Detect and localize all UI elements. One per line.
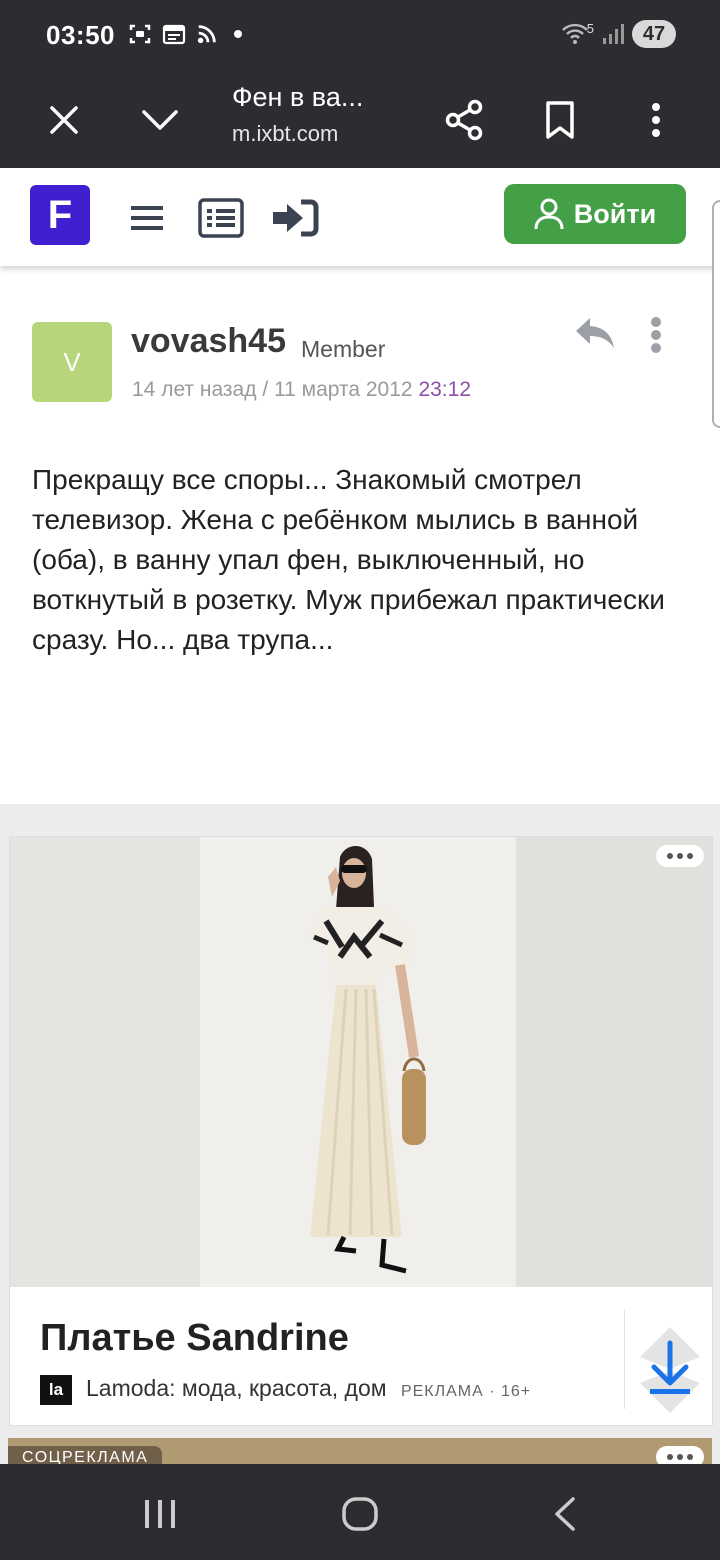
system-navigation-bar <box>0 1464 720 1560</box>
browser-toolbar: Фен в ва... m.ixbt.com <box>0 70 720 168</box>
close-icon <box>50 106 78 134</box>
dot <box>687 853 693 859</box>
bookmark-button[interactable] <box>532 92 588 148</box>
list-icon <box>198 198 244 238</box>
post-date: 11 марта 2012 <box>274 378 413 401</box>
recent-apps-button[interactable] <box>120 1484 200 1544</box>
bookmark-icon <box>546 101 574 139</box>
battery-indicator: 47 <box>632 20 676 48</box>
post-author[interactable]: vovash45 <box>131 322 286 361</box>
close-tab-button[interactable] <box>36 92 92 148</box>
dot <box>667 853 673 859</box>
ad-image[interactable] <box>10 837 712 1287</box>
hamburger-icon <box>131 206 163 230</box>
dot <box>667 1454 673 1460</box>
home-button[interactable] <box>320 1484 400 1544</box>
login-button[interactable]: Войти <box>504 184 686 244</box>
post-options-button[interactable] <box>650 316 662 359</box>
post-time: 23:12 <box>418 378 472 401</box>
ad-source: Lamoda: мода, красота, дом РЕКЛАМА · 16+ <box>86 1375 531 1402</box>
signal-icon <box>603 24 624 44</box>
ad-download-button[interactable] <box>636 1323 704 1422</box>
topics-button[interactable] <box>196 196 246 240</box>
back-button[interactable] <box>524 1484 604 1544</box>
dot <box>677 1454 683 1460</box>
user-icon <box>534 198 564 230</box>
back-icon <box>555 1497 575 1531</box>
home-icon <box>342 1497 378 1531</box>
site-logo[interactable]: F <box>30 185 90 245</box>
more-notifications-dot <box>234 30 242 38</box>
screenshot-icon <box>129 24 151 44</box>
post-meta: 14 лет назад / 11 марта 2012 23:12 <box>132 378 471 402</box>
status-bar: 03:50 5 47 <box>0 0 720 70</box>
ad-title[interactable]: Платье Sandrine <box>40 1317 349 1360</box>
ad-options-button[interactable] <box>656 845 704 867</box>
ad-image-illustration <box>10 837 712 1287</box>
reply-button[interactable] <box>574 316 616 357</box>
post-relative-time: 14 лет назад <box>132 378 257 401</box>
wifi-icon <box>561 23 588 44</box>
sign-in-icon <box>273 199 319 237</box>
recent-apps-icon <box>145 1500 175 1528</box>
more-vertical-icon <box>652 103 660 137</box>
download-icon <box>640 1327 700 1413</box>
chevron-down-icon <box>142 110 178 130</box>
site-header: F Войти <box>0 168 720 266</box>
author-role: Member <box>301 336 386 362</box>
browser-menu-button[interactable] <box>628 92 684 148</box>
share-button[interactable] <box>436 92 492 148</box>
menu-button[interactable] <box>122 196 172 240</box>
rss-icon <box>197 25 216 44</box>
more-vertical-icon <box>651 317 661 353</box>
ad-brand-logo: la <box>40 1375 72 1405</box>
forum-post: V vovash45 Member 14 лет назад / 11 март… <box>0 266 720 804</box>
side-drawer-handle[interactable] <box>712 200 720 428</box>
minimize-button[interactable] <box>132 92 188 148</box>
meta-separator: / <box>262 378 269 401</box>
advertisement-card[interactable]: Платье Sandrine la Lamoda: мода, красота… <box>9 836 713 1426</box>
calendar-icon <box>162 24 186 45</box>
post-body: Прекращу все споры... Знакомый смотрел т… <box>32 464 665 655</box>
dot <box>677 853 683 859</box>
status-system-icons: 5 47 <box>561 20 676 48</box>
share-icon <box>445 99 483 141</box>
ad-label: РЕКЛАМА · 16+ <box>400 1383 532 1400</box>
status-time: 03:50 <box>46 20 115 50</box>
network-type: 5 <box>586 20 594 36</box>
page-title: Фен в ва... <box>232 82 364 112</box>
login-label: Войти <box>573 198 657 229</box>
page-url: m.ixbt.com <box>232 121 339 146</box>
sign-in-button[interactable] <box>270 196 320 240</box>
avatar[interactable]: V <box>32 322 112 402</box>
reply-icon <box>576 318 614 348</box>
dot <box>687 1454 693 1460</box>
ad-divider <box>624 1309 625 1409</box>
status-notification-icons <box>128 22 242 46</box>
page-title-area[interactable]: Фен в ва... m.ixbt.com <box>232 82 422 147</box>
ad-source-name: Lamoda: мода, красота, дом <box>86 1375 387 1401</box>
